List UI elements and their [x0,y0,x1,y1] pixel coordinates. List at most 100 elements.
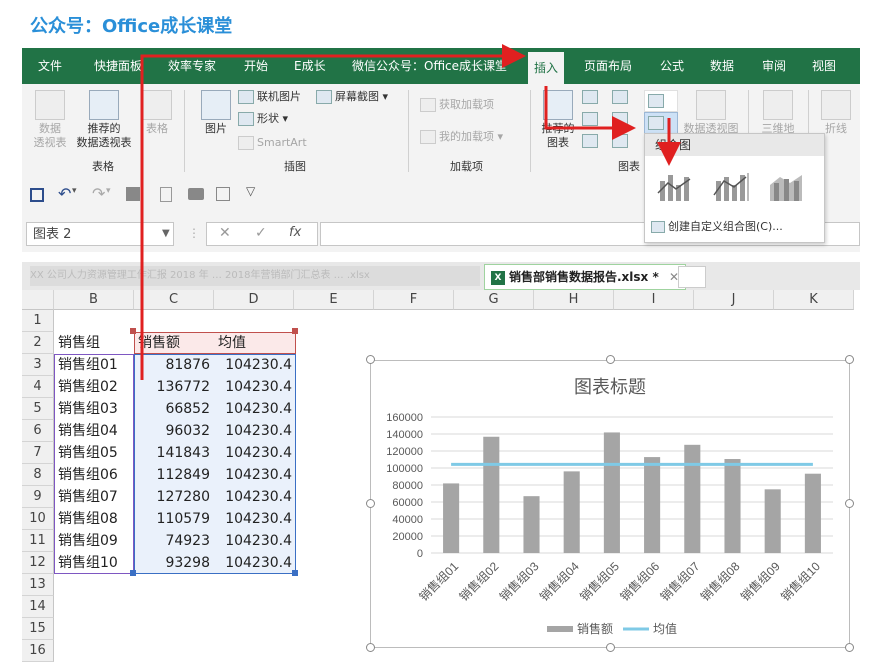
bar-销售组05[interactable] [603,432,620,553]
column-header[interactable]: B [54,290,134,310]
table-cell[interactable]: 66852 [134,398,214,420]
table-cell[interactable]: 136772 [134,376,214,398]
table-cell[interactable]: 81876 [134,354,214,376]
pie-chart-icon[interactable] [582,134,598,148]
active-workbook-tab[interactable]: X 销售部销售数据报告.xlsx * ✕ [484,264,686,290]
table-cell[interactable]: 104230.4 [214,486,296,508]
table-cell[interactable]: 104230.4 [214,442,296,464]
new-workbook-tab[interactable] [678,266,706,288]
column-header[interactable]: E [294,290,374,310]
row-header[interactable]: 7 [22,442,54,464]
resize-handle[interactable] [606,643,615,652]
bar-销售组10[interactable] [804,473,821,553]
redo-icon[interactable]: ↷ [92,184,105,203]
smartart-button[interactable]: SmartArt [238,136,307,150]
table-cell[interactable]: 104230.4 [214,508,296,530]
table-cell[interactable]: 104230.4 [214,552,296,574]
table-cell[interactable]: 104230.4 [214,354,296,376]
table-button[interactable]: 表格 [140,90,174,136]
table-cell[interactable]: 104230.4 [214,530,296,552]
column-header[interactable]: F [374,290,454,310]
column-header[interactable]: K [774,290,854,310]
table-cell[interactable]: 销售组09 [58,530,118,552]
table-cell[interactable]: 93298 [134,552,214,574]
table-cell[interactable]: 销售组10 [58,552,118,574]
table-cell[interactable]: 112849 [134,464,214,486]
recommended-pivot-button[interactable]: 推荐的 数据透视表 [72,90,136,150]
range-handle[interactable] [130,328,136,334]
column-header[interactable]: C [134,290,214,310]
column-header[interactable]: J [694,290,774,310]
column-header[interactable]: G [454,290,534,310]
table-cell[interactable]: 74923 [134,530,214,552]
resize-handle[interactable] [845,499,854,508]
namebox-dropdown-icon[interactable]: ▼ [162,228,170,239]
bar-销售组01[interactable] [443,483,460,553]
table-cell[interactable]: 销售组01 [58,354,118,376]
scatter-chart-icon[interactable] [612,134,628,148]
bar-销售组09[interactable] [764,489,781,553]
save-icon[interactable] [30,188,44,202]
blurred-workbook-tabs[interactable]: XX 公司人力资源管理工作汇报 2018 年 … 2018年营销部门汇总表 … … [30,266,480,286]
insert-function-icon[interactable]: fx [289,225,301,240]
resize-handle[interactable] [606,355,615,364]
redo-dropdown-icon[interactable]: ▾ [106,186,111,196]
range-handle[interactable] [130,570,136,576]
combo-chart-topleft-button[interactable] [644,90,678,112]
get-addins-button[interactable]: 获取加载项 [420,98,494,112]
combo-option-stacked-area[interactable] [765,166,807,206]
row-header[interactable]: 11 [22,530,54,552]
column-chart-icon[interactable] [582,90,598,104]
column-header[interactable]: H [534,290,614,310]
table-cell[interactable]: 96032 [134,420,214,442]
table-cell[interactable]: 141843 [134,442,214,464]
tab-home[interactable]: 开始 [244,48,268,84]
table-cell[interactable]: 104230.4 [214,398,296,420]
row-header[interactable]: 3 [22,354,54,376]
combo-option-clustered-line[interactable] [653,166,695,206]
tab-formulas[interactable]: 公式 [660,48,684,84]
table-cell[interactable]: 销售组07 [58,486,118,508]
row-header[interactable]: 9 [22,486,54,508]
cancel-icon[interactable]: ✕ [219,225,231,241]
row-header[interactable]: 1 [22,310,54,332]
tab-quick-panel[interactable]: 快捷面板 [94,48,142,84]
row-header[interactable]: 5 [22,398,54,420]
online-picture-button[interactable]: 联机图片 [238,90,301,104]
name-box[interactable]: 图表 2 [26,222,174,246]
table-cell[interactable]: 104230.4 [214,420,296,442]
resize-handle[interactable] [845,643,854,652]
tab-review[interactable]: 审阅 [762,48,786,84]
row-header[interactable]: 16 [22,640,54,662]
tab-view[interactable]: 视图 [812,48,836,84]
range-handle[interactable] [292,328,298,334]
hierarchy-chart-icon[interactable] [612,90,628,104]
column-header[interactable]: I [614,290,694,310]
row-header[interactable]: 12 [22,552,54,574]
range-handle[interactable] [292,570,298,576]
picture-button[interactable]: 图片 [196,90,236,136]
row-header[interactable]: 6 [22,420,54,442]
bar-销售组06[interactable] [644,457,661,553]
line-chart-icon[interactable] [582,112,598,126]
tab-data[interactable]: 数据 [710,48,734,84]
row-header[interactable]: 14 [22,596,54,618]
chart-title[interactable]: 图表标题 [574,377,646,397]
sparkline-button[interactable]: 折线 [816,90,856,136]
table-cell[interactable]: 127280 [134,486,214,508]
enter-icon[interactable]: ✓ [255,225,267,241]
bar-销售组04[interactable] [563,471,580,553]
undo-icon[interactable]: ↶ [58,184,71,203]
resize-handle[interactable] [366,643,375,652]
resize-handle[interactable] [366,355,375,364]
create-custom-combo-item[interactable]: 创建自定义组合图(C)... [651,218,783,234]
table-header-cell[interactable]: 均值 [218,332,246,354]
shapes-button[interactable]: 形状 ▾ [238,112,288,126]
my-addins-button[interactable]: 我的加载项 ▾ [420,130,503,144]
bar-销售组07[interactable] [684,444,701,553]
print-preview-icon[interactable] [160,187,172,202]
statistic-chart-icon[interactable] [612,112,628,126]
recommended-charts-button[interactable]: 推荐的 图表 [536,90,580,150]
table-cell[interactable]: 销售组05 [58,442,118,464]
select-all-corner[interactable] [22,290,54,310]
